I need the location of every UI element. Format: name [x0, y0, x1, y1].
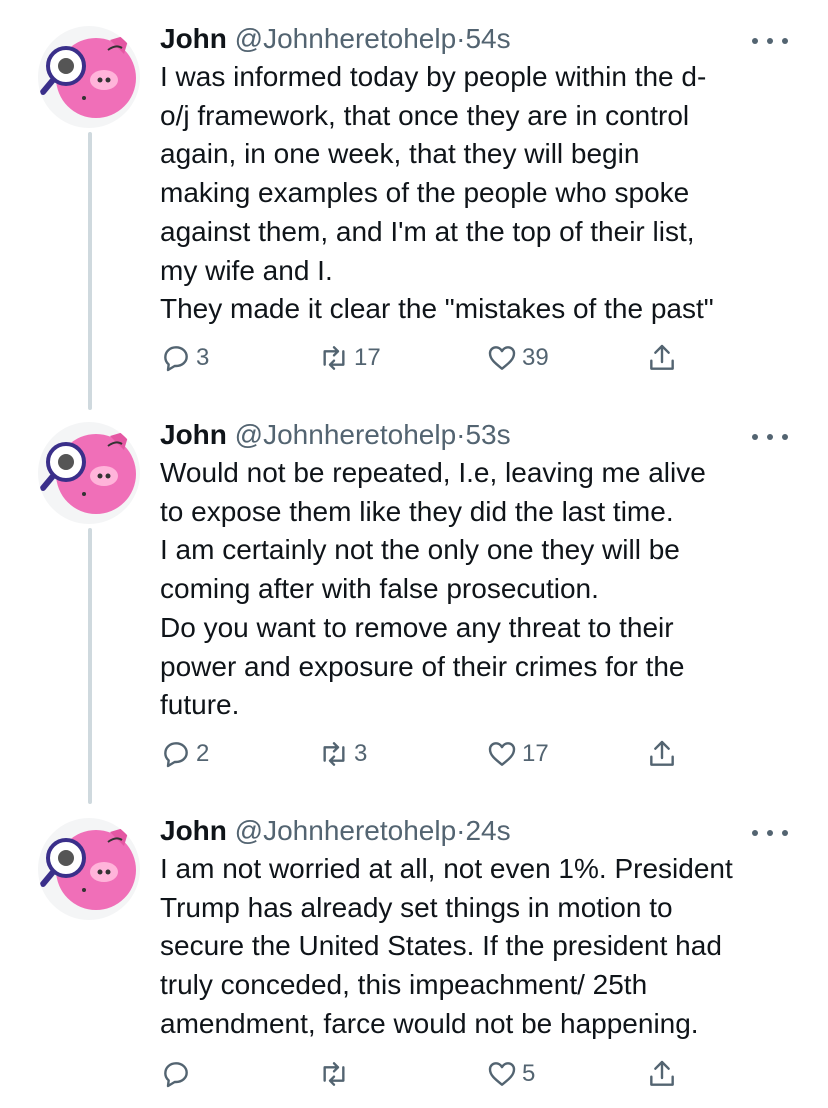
- retweet-count: 17: [354, 344, 381, 371]
- tweet-line: Trump has already set things in motion t…: [160, 891, 673, 923]
- avatar[interactable]: [38, 26, 140, 128]
- author-handle[interactable]: @Johnheretohelp: [235, 815, 456, 846]
- timestamp[interactable]: 54s: [465, 23, 510, 54]
- like-button[interactable]: 5: [486, 1054, 535, 1094]
- retweet-icon: [323, 346, 345, 370]
- heart-icon: [488, 346, 516, 370]
- heart-icon: [488, 742, 516, 766]
- author-handle[interactable]: @Johnheretohelp: [235, 23, 456, 54]
- tweet-line: again, in one week, that they will begin: [160, 138, 640, 170]
- retweet-count: 3: [354, 740, 368, 767]
- tweet-line: I am certainly not the only one they wil…: [160, 534, 680, 566]
- tweet-header: John @Johnheretohelp·24s: [160, 814, 511, 848]
- tweet-line: coming after with false prosecution.: [160, 573, 599, 605]
- tweet-line: against them, and I'm at the top of thei…: [160, 215, 695, 247]
- more-icon[interactable]: [752, 36, 788, 46]
- like-count: 39: [522, 344, 549, 371]
- reply-count: 2: [196, 740, 210, 767]
- pig-avatar-icon: [40, 430, 136, 514]
- tweet-line: o/j framework, that once they are in con…: [160, 99, 690, 131]
- tweet-header: John @Johnheretohelp·53s: [160, 418, 511, 452]
- action-bar: 2 3 17: [160, 734, 700, 774]
- reply-button[interactable]: [160, 1054, 196, 1094]
- tweet-line: future.: [160, 689, 240, 721]
- like-button[interactable]: 39: [486, 338, 549, 378]
- tweet-line: They made it clear the "mistakes of the …: [160, 293, 714, 325]
- like-button[interactable]: 17: [486, 734, 549, 774]
- author-name[interactable]: John: [160, 419, 227, 450]
- tweet-line: I was informed today by people within th…: [160, 61, 707, 92]
- tweet-line: Would not be repeated, I.e, leaving me a…: [160, 457, 706, 488]
- tweet-line: Do you want to remove any threat to thei…: [160, 611, 674, 643]
- tweet-header: John @Johnheretohelp·54s: [160, 22, 511, 56]
- reply-icon: [164, 346, 188, 372]
- tweet-line: power and exposure of their crimes for t…: [160, 650, 685, 682]
- tweet-line: to expose them like they did the last ti…: [160, 495, 674, 527]
- action-bar: 5: [160, 1054, 700, 1094]
- retweet-icon: [323, 1062, 345, 1086]
- tweet-line: making examples of the people who spoke: [160, 177, 690, 209]
- share-button[interactable]: [646, 734, 678, 774]
- retweet-icon: [323, 742, 345, 766]
- share-icon: [650, 1060, 674, 1086]
- author-handle[interactable]: @Johnheretohelp: [235, 419, 456, 450]
- tweet-text: I am not worried at all, not even 1%. Pr…: [160, 850, 800, 1044]
- tweet-line: I am not worried at all, not even 1%. Pr…: [160, 853, 733, 884]
- share-icon: [650, 740, 674, 766]
- share-icon: [650, 344, 674, 370]
- pig-avatar-icon: [40, 826, 136, 910]
- tweet[interactable]: John @Johnheretohelp·24s I am not worrie…: [0, 792, 828, 1108]
- more-icon[interactable]: [752, 432, 788, 442]
- reply-button[interactable]: 3: [160, 338, 209, 378]
- reply-icon: [164, 1062, 188, 1088]
- action-bar: 3 17 39: [160, 338, 700, 378]
- tweet-line: truly conceded, this impeachment/ 25th: [160, 969, 648, 1001]
- timestamp[interactable]: 53s: [465, 419, 510, 450]
- tweet-line: my wife and I.: [160, 254, 333, 286]
- timestamp[interactable]: 24s: [465, 815, 510, 846]
- retweet-button[interactable]: 17: [318, 338, 381, 378]
- reply-button[interactable]: 2: [160, 734, 209, 774]
- reply-icon: [164, 742, 188, 768]
- share-button[interactable]: [646, 1054, 678, 1094]
- pig-avatar-icon: [40, 34, 136, 118]
- tweet-line: secure the United States. If the preside…: [160, 930, 722, 962]
- heart-icon: [488, 1062, 516, 1086]
- like-count: 17: [522, 740, 549, 767]
- like-count: 5: [522, 1060, 536, 1087]
- tweet-line: amendment, farce would not be happening.: [160, 1007, 699, 1039]
- more-icon[interactable]: [752, 828, 788, 838]
- tweet-text: Would not be repeated, I.e, leaving me a…: [160, 454, 800, 725]
- tweet[interactable]: John @Johnheretohelp·54s I was informed …: [0, 0, 828, 395]
- avatar[interactable]: [38, 818, 140, 920]
- author-name[interactable]: John: [160, 23, 227, 54]
- tweet[interactable]: John @Johnheretohelp·53s Would not be re…: [0, 396, 828, 791]
- tweet-text: I was informed today by people within th…: [160, 58, 800, 329]
- author-name[interactable]: John: [160, 815, 227, 846]
- share-button[interactable]: [646, 338, 678, 378]
- retweet-button[interactable]: 3: [318, 734, 367, 774]
- retweet-button[interactable]: [318, 1054, 354, 1094]
- avatar[interactable]: [38, 422, 140, 524]
- reply-count: 3: [196, 344, 210, 371]
